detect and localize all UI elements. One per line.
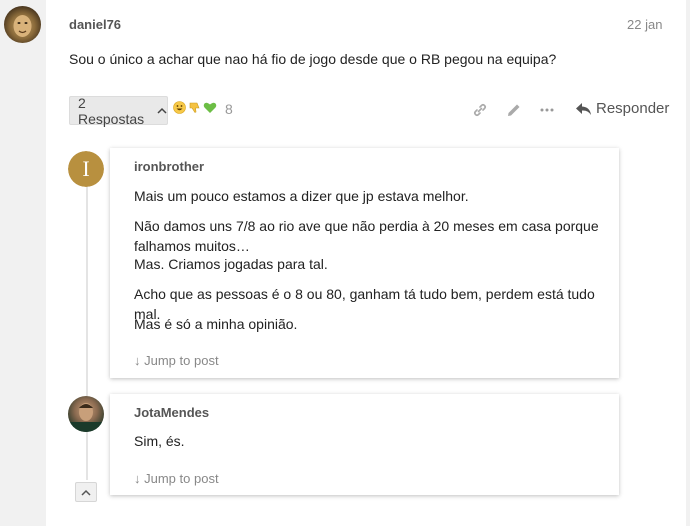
user-avatar[interactable]: [4, 6, 41, 43]
reply-button-label: Responder: [596, 100, 670, 117]
reply-avatar-jotamendes[interactable]: [68, 396, 104, 432]
jump-to-post-label: Jump to post: [144, 353, 219, 368]
post-body: Sou o único a achar que nao há fio de jo…: [69, 51, 557, 67]
edit-icon[interactable]: [506, 102, 522, 121]
avatar-letter: I: [68, 151, 104, 187]
arrow-down-icon: ↓: [134, 353, 141, 368]
more-options-icon[interactable]: [539, 102, 555, 121]
reply-avatar-ironbrother[interactable]: I: [68, 151, 104, 187]
reply-author[interactable]: JotaMendes: [134, 405, 209, 420]
post-date[interactable]: 22 jan: [627, 17, 662, 32]
reply-arrow-icon: [576, 102, 591, 115]
player-avatar-image: [68, 403, 104, 432]
reply-paragraph: Mas. Criamos jogadas para tal.: [134, 256, 328, 272]
reply-paragraph: Não damos uns 7/8 ao rio ave que não per…: [134, 218, 599, 254]
arrow-down-icon: ↓: [134, 471, 141, 486]
chevron-up-icon: [81, 489, 91, 496]
collapse-replies-button[interactable]: [75, 482, 97, 502]
reply-author[interactable]: ironbrother: [134, 159, 204, 174]
jump-to-post-label: Jump to post: [144, 471, 219, 486]
reply-button[interactable]: Responder: [575, 100, 669, 117]
green-heart-icon: [203, 102, 217, 113]
reply-paragraph: Sim, és.: [134, 433, 185, 449]
grinning-face-icon: [173, 101, 186, 114]
chevron-up-icon: [157, 105, 167, 117]
jump-to-post-link[interactable]: ↓ Jump to post: [134, 471, 219, 486]
reply-paragraph: Mas é só a minha opinião.: [134, 316, 298, 332]
replies-toggle-label: 2 Respostas: [78, 94, 145, 127]
reply-paragraph: Mais um pouco estamos a dizer que jp est…: [134, 188, 469, 204]
link-icon[interactable]: [472, 102, 488, 121]
post-author[interactable]: daniel76: [69, 17, 121, 32]
thread-line: [86, 180, 88, 480]
lion-avatar-image: [13, 15, 32, 37]
thumbs-down-icon: [189, 102, 200, 113]
reactions-group[interactable]: [173, 101, 217, 114]
replies-toggle-button[interactable]: 2 Respostas: [69, 94, 168, 127]
jump-to-post-link[interactable]: ↓ Jump to post: [134, 353, 219, 368]
reaction-count[interactable]: 8: [225, 101, 233, 117]
